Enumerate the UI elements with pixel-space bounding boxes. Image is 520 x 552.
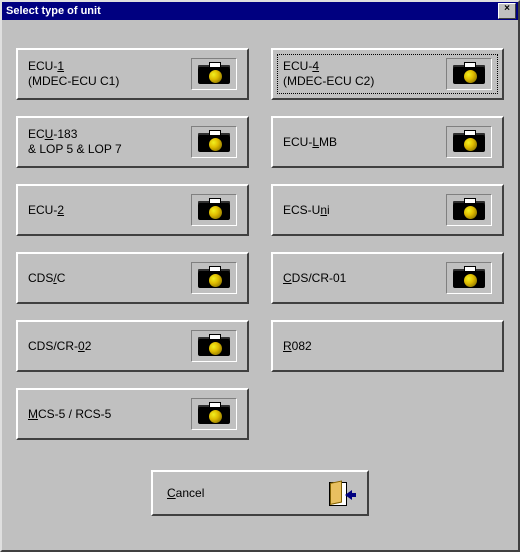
unit-label: R082 <box>283 339 492 354</box>
camera-icon <box>191 58 237 90</box>
unit-label: CDS/CR-02 <box>28 339 191 354</box>
camera-icon <box>191 194 237 226</box>
camera-icon <box>191 262 237 294</box>
cancel-button[interactable]: Cancel <box>151 470 369 516</box>
camera-icon <box>446 194 492 226</box>
unit-label: CDS/C <box>28 271 191 286</box>
cancel-label: Cancel <box>167 486 327 500</box>
camera-icon <box>446 262 492 294</box>
unit-button-cds-c[interactable]: CDS/C <box>16 252 249 304</box>
cancel-row: Cancel <box>16 470 504 516</box>
unit-button-cds-cr01[interactable]: CDS/CR-01 <box>271 252 504 304</box>
close-button[interactable]: × <box>498 3 516 19</box>
unit-label: ECU-2 <box>28 203 191 218</box>
unit-button-ecu-4[interactable]: ECU-4(MDEC-ECU C2) <box>271 48 504 100</box>
unit-label: ECS-Uni <box>283 203 446 218</box>
unit-label: MCS-5 / RCS-5 <box>28 407 191 422</box>
unit-grid: ECU-1(MDEC-ECU C1) ECU-4(MDEC-ECU C2) ECU-… <box>16 48 504 440</box>
unit-label: ECU-LMB <box>283 135 446 150</box>
dialog-window: Select type of unit × ECU-1(MDEC-ECU C1)… <box>0 0 520 552</box>
unit-button-ecu-2[interactable]: ECU-2 <box>16 184 249 236</box>
unit-label: ECU-183& LOP 5 & LOP 7 <box>28 127 191 157</box>
unit-label: ECU-4(MDEC-ECU C2) <box>283 59 446 89</box>
camera-icon <box>446 126 492 158</box>
window-title: Select type of unit <box>6 5 498 17</box>
unit-label: CDS/CR-01 <box>283 271 446 286</box>
unit-button-ecs-uni[interactable]: ECS-Uni <box>271 184 504 236</box>
camera-icon <box>446 58 492 90</box>
unit-button-r082[interactable]: R082 <box>271 320 504 372</box>
dialog-content: ECU-1(MDEC-ECU C1) ECU-4(MDEC-ECU C2) ECU-… <box>2 20 518 530</box>
unit-button-mcs-5[interactable]: MCS-5 / RCS-5 <box>16 388 249 440</box>
titlebar: Select type of unit × <box>2 2 518 20</box>
unit-label: ECU-1(MDEC-ECU C1) <box>28 59 191 89</box>
unit-button-ecu-1[interactable]: ECU-1(MDEC-ECU C1) <box>16 48 249 100</box>
camera-icon <box>191 126 237 158</box>
exit-door-icon <box>327 480 353 506</box>
unit-button-cds-cr02[interactable]: CDS/CR-02 <box>16 320 249 372</box>
camera-icon <box>191 330 237 362</box>
unit-button-ecu-183[interactable]: ECU-183& LOP 5 & LOP 7 <box>16 116 249 168</box>
unit-button-ecu-lmb[interactable]: ECU-LMB <box>271 116 504 168</box>
camera-icon <box>191 398 237 430</box>
